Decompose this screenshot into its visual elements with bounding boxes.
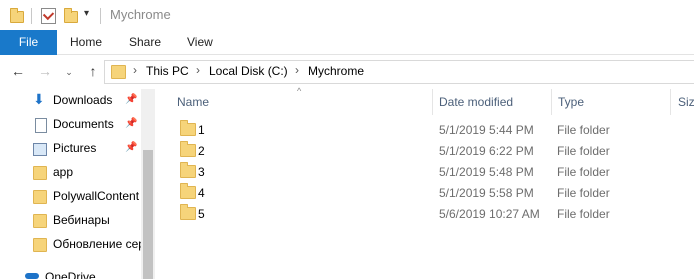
list-item[interactable]: 2 5/1/2019 6:22 PM File folder xyxy=(175,141,694,162)
address-row: ← → ⌄ ↑ › This PC › Local Disk (C:) › My… xyxy=(0,55,694,89)
nav-item-label: Вебинары xyxy=(53,213,110,227)
pin-icon[interactable]: 📌 xyxy=(125,142,137,153)
column-header-name[interactable]: Name xyxy=(177,95,209,109)
nav-item-label: Обновление сер xyxy=(53,237,141,251)
column-divider[interactable] xyxy=(432,89,433,115)
file-name: 3 xyxy=(198,165,205,179)
nav-item-webinars[interactable]: Вебинары xyxy=(0,209,140,233)
document-icon xyxy=(35,118,47,133)
column-header-size[interactable]: Size xyxy=(678,95,694,109)
download-arrow-icon: ⬇ xyxy=(33,91,45,107)
file-name: 5 xyxy=(198,207,205,221)
breadcrumb-this-pc[interactable]: This PC xyxy=(146,64,189,78)
tab-file[interactable]: File xyxy=(0,30,57,55)
file-date: 5/6/2019 10:27 AM xyxy=(439,207,540,221)
nav-item-app[interactable]: app xyxy=(0,161,140,185)
tab-share[interactable]: Share xyxy=(129,30,161,54)
pin-icon[interactable]: 📌 xyxy=(125,94,137,105)
navigation-pane: ⬇ Downloads 📌 Documents 📌 Pictures 📌 app… xyxy=(0,89,155,279)
breadcrumb-mychrome[interactable]: Mychrome xyxy=(308,64,364,78)
sort-ascending-icon: ^ xyxy=(297,86,302,96)
nav-item-label: OneDrive xyxy=(45,270,96,279)
file-date: 5/1/2019 5:44 PM xyxy=(439,123,534,137)
folder-icon xyxy=(33,238,47,252)
list-item[interactable]: 5 5/6/2019 10:27 AM File folder xyxy=(175,204,694,225)
file-date: 5/1/2019 6:22 PM xyxy=(439,144,534,158)
column-headers: ^ Name Date modified Type Size xyxy=(155,86,694,115)
file-date: 5/1/2019 5:58 PM xyxy=(439,186,534,200)
folder-icon xyxy=(180,120,196,136)
nav-item-obnovlenie[interactable]: Обновление сер xyxy=(0,233,141,257)
nav-scrollbar-thumb[interactable] xyxy=(143,150,153,279)
nav-item-label: app xyxy=(53,165,74,179)
folder-icon xyxy=(180,204,196,220)
tab-home[interactable]: Home xyxy=(70,30,102,54)
folder-icon xyxy=(33,166,47,180)
folder-icon[interactable] xyxy=(10,8,24,23)
window-title: Mychrome xyxy=(110,7,171,22)
column-header-type[interactable]: Type xyxy=(558,95,584,109)
onedrive-cloud-icon xyxy=(25,273,39,279)
title-bar: ▾ Mychrome xyxy=(0,0,694,30)
nav-item-polywallcontent[interactable]: PolywallContent xyxy=(0,185,140,209)
folder-icon xyxy=(33,190,47,204)
tab-view[interactable]: View xyxy=(187,30,213,54)
file-type: File folder xyxy=(557,165,610,179)
folder-icon xyxy=(180,141,196,157)
file-type: File folder xyxy=(557,186,610,200)
nav-item-pictures[interactable]: Pictures 📌 xyxy=(0,137,140,161)
customize-quick-access-icon[interactable]: ▾ xyxy=(84,8,89,19)
forward-arrow-icon[interactable]: → xyxy=(36,62,54,80)
folder-icon xyxy=(33,214,47,228)
nav-item-documents[interactable]: Documents 📌 xyxy=(0,113,140,137)
nav-item-downloads[interactable]: ⬇ Downloads 📌 xyxy=(0,89,140,113)
pictures-icon xyxy=(33,143,47,156)
breadcrumb-separator: › xyxy=(133,63,137,77)
file-type: File folder xyxy=(557,123,610,137)
file-type: File folder xyxy=(557,144,610,158)
recent-locations-chevron-icon[interactable]: ⌄ xyxy=(60,63,78,81)
file-name: 2 xyxy=(198,144,205,158)
column-header-date-modified[interactable]: Date modified xyxy=(439,95,513,109)
back-arrow-icon[interactable]: ← xyxy=(9,62,27,80)
list-item[interactable]: 3 5/1/2019 5:48 PM File folder xyxy=(175,162,694,183)
ribbon-tabs: File Home Share View xyxy=(0,30,694,55)
address-bar[interactable]: › This PC › Local Disk (C:) › Mychrome xyxy=(104,60,694,84)
file-name: 1 xyxy=(198,123,205,137)
properties-icon[interactable] xyxy=(41,8,56,24)
folder-icon xyxy=(180,183,196,199)
column-divider[interactable] xyxy=(551,89,552,115)
file-date: 5/1/2019 5:48 PM xyxy=(439,165,534,179)
pin-icon[interactable]: 📌 xyxy=(125,118,137,129)
breadcrumb-local-disk[interactable]: Local Disk (C:) xyxy=(209,64,288,78)
nav-item-label: PolywallContent xyxy=(53,189,140,203)
file-name: 4 xyxy=(198,186,205,200)
file-type: File folder xyxy=(557,207,610,221)
list-item[interactable]: 4 5/1/2019 5:58 PM File folder xyxy=(175,183,694,204)
divider xyxy=(31,8,32,24)
breadcrumb-separator: › xyxy=(295,63,299,77)
up-arrow-icon[interactable]: ↑ xyxy=(84,62,102,80)
column-divider[interactable] xyxy=(670,89,671,115)
nav-item-onedrive[interactable]: OneDrive xyxy=(0,265,140,279)
folder-icon xyxy=(111,65,126,79)
list-item[interactable]: 1 5/1/2019 5:44 PM File folder xyxy=(175,120,694,141)
new-folder-icon[interactable] xyxy=(64,8,78,23)
folder-icon xyxy=(180,162,196,178)
divider xyxy=(100,8,101,24)
breadcrumb-separator: › xyxy=(196,63,200,77)
